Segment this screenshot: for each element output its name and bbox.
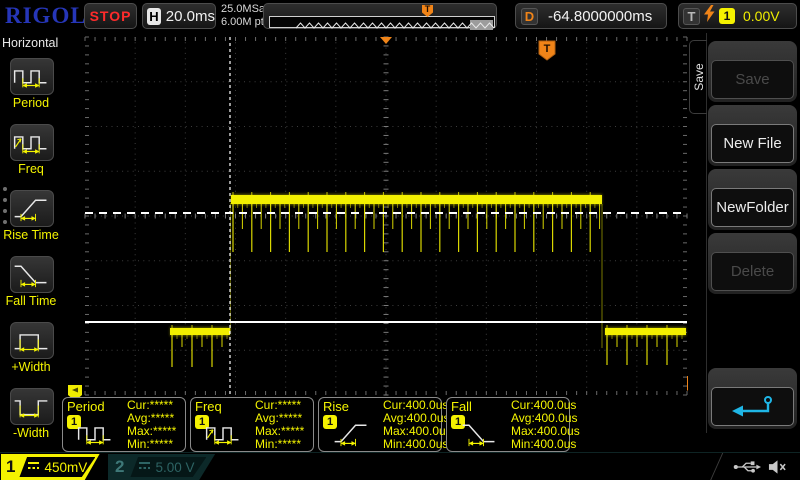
sidebar-item-period[interactable] [10, 58, 54, 95]
sidebar-item-label: -Width [0, 426, 62, 440]
sidebar-item-label: Period [0, 96, 62, 110]
menu-button-label: NewFolder [711, 188, 794, 227]
bottom-status-bar: 1 450mV 2 5.00 V [0, 452, 800, 480]
memory-waveform-preview [270, 20, 494, 30]
top-status-bar: RIGOL STOP H 20.0ms 25.0MSa/s 6.00M pts … [0, 0, 800, 33]
waveform-burst [231, 195, 602, 204]
period-icon [11, 79, 51, 96]
trigger-flag-label: T [544, 43, 551, 55]
sidebar-item-label: +Width [0, 360, 62, 374]
sidebar-item-fall-time[interactable] [10, 256, 54, 293]
rise-time-icon [331, 416, 371, 454]
measurement-values: Cur:***** Avg:***** Max:***** Min:***** [127, 399, 176, 451]
delay-badge: D [521, 8, 538, 25]
fall-time-icon [459, 416, 499, 454]
oscilloscope-screen: RIGOL STOP H 20.0ms 25.0MSa/s 6.00M pts … [0, 0, 800, 480]
scope-display: T [85, 37, 687, 395]
sidebar-item-label: Fall Time [0, 294, 62, 308]
measurement-box-freq[interactable]: Freq1 Cur:***** Avg:***** Max:***** Min:… [190, 397, 314, 452]
delay-value: -64.8000000ms [548, 8, 652, 25]
sidebar-item--width[interactable] [10, 388, 54, 425]
sidebar-item--width[interactable] [10, 322, 54, 359]
measurement-title: Fall [451, 399, 472, 414]
sidebar-item-rise-time[interactable] [10, 190, 54, 227]
measurement-title: Rise [323, 399, 349, 414]
system-icons [733, 459, 787, 480]
minus-width-icon [11, 409, 51, 426]
horizontal-badge: H [147, 8, 161, 25]
memory-waveform-strip [269, 16, 495, 28]
rising-edge-icon [704, 5, 715, 27]
fall-time-icon [11, 277, 51, 294]
timebase-value: 20.0ms [166, 8, 215, 25]
dc-coupling-icon [139, 462, 150, 472]
horizontal-timebase-box[interactable]: H 20.0ms [142, 3, 216, 29]
sidebar-title: Horizontal [2, 36, 58, 50]
menu-tab-save: Save [689, 40, 707, 114]
channel-1-label[interactable]: 1 450mV [1, 454, 107, 480]
center-position-triangle-icon [380, 37, 392, 44]
measurement-values: Cur:***** Avg:***** Max:***** Min:***** [255, 399, 304, 451]
sidebar-item-freq[interactable] [10, 124, 54, 161]
freq-icon [203, 416, 243, 454]
trigger-badge: T [683, 8, 700, 25]
save-menu-panel: Save SaveNew FileNewFolderDelete [688, 33, 800, 455]
channel-1-scale: 450mV [44, 460, 87, 475]
rigol-logo: RIGOL [5, 3, 87, 29]
menu-scroll-dot [3, 187, 7, 191]
trigger-source-channel-badge: 1 [719, 8, 735, 24]
usb-icon [733, 460, 761, 479]
measurement-title: Period [67, 399, 105, 414]
dc-coupling-icon [28, 462, 39, 472]
waveform-burst [605, 328, 686, 335]
memory-position-bar: T [263, 3, 497, 29]
menu-button-label: Save [711, 60, 794, 99]
channel-2-scale: 5.00 V [155, 460, 194, 475]
waveform-burst [170, 328, 230, 335]
measurement-values: Cur:400.0us Avg:400.0us Max:400.0us Min:… [511, 399, 580, 451]
measurement-box-fall[interactable]: Fall1 Cur:400.0us Avg:400.0us Max:400.0u… [446, 397, 570, 452]
measurement-title: Freq [195, 399, 222, 414]
trigger-delay-box: D -64.8000000ms [515, 3, 667, 29]
trigger-info-box[interactable]: T 1 0.00V [678, 3, 797, 29]
sidebar-item-label: Rise Time [0, 228, 62, 242]
menu-button-newfolder[interactable]: NewFolder [708, 169, 797, 230]
speaker-muted-icon [768, 459, 787, 480]
menu-button-new-file[interactable]: New File [708, 105, 797, 166]
statusbar-divider [710, 453, 723, 480]
return-arrow-icon [711, 387, 794, 426]
measurement-box-rise[interactable]: Rise1 Cur:400.0us Avg:400.0us Max:400.0u… [318, 397, 442, 452]
measurement-box-period[interactable]: Period1 Cur:***** Avg:***** Max:***** Mi… [62, 397, 186, 452]
menu-button-label: Delete [711, 252, 794, 291]
menu-button-delete[interactable]: Delete [708, 233, 797, 294]
plus-width-icon [11, 343, 51, 360]
freq-icon [11, 145, 51, 162]
rise-time-icon [11, 211, 51, 228]
sidebar-item-label: Freq [0, 162, 62, 176]
menu-button-return[interactable] [708, 368, 797, 429]
channel-2-label[interactable]: 2 5.00 V [108, 454, 222, 480]
menu-scroll-dot [3, 198, 7, 202]
period-icon [75, 416, 115, 454]
measurement-values: Cur:400.0us Avg:400.0us Max:400.0us Min:… [383, 399, 452, 451]
menu-scroll-dot [3, 220, 7, 224]
channel-2-number: 2 [115, 457, 124, 477]
menu-scroll-dot [3, 209, 7, 213]
channel-1-number: 1 [6, 457, 15, 477]
menu-button-label: New File [711, 124, 794, 163]
menu-button-save[interactable]: Save [708, 41, 797, 102]
trigger-level-value: 0.00V [743, 8, 780, 24]
run-state-indicator: STOP [84, 3, 137, 29]
